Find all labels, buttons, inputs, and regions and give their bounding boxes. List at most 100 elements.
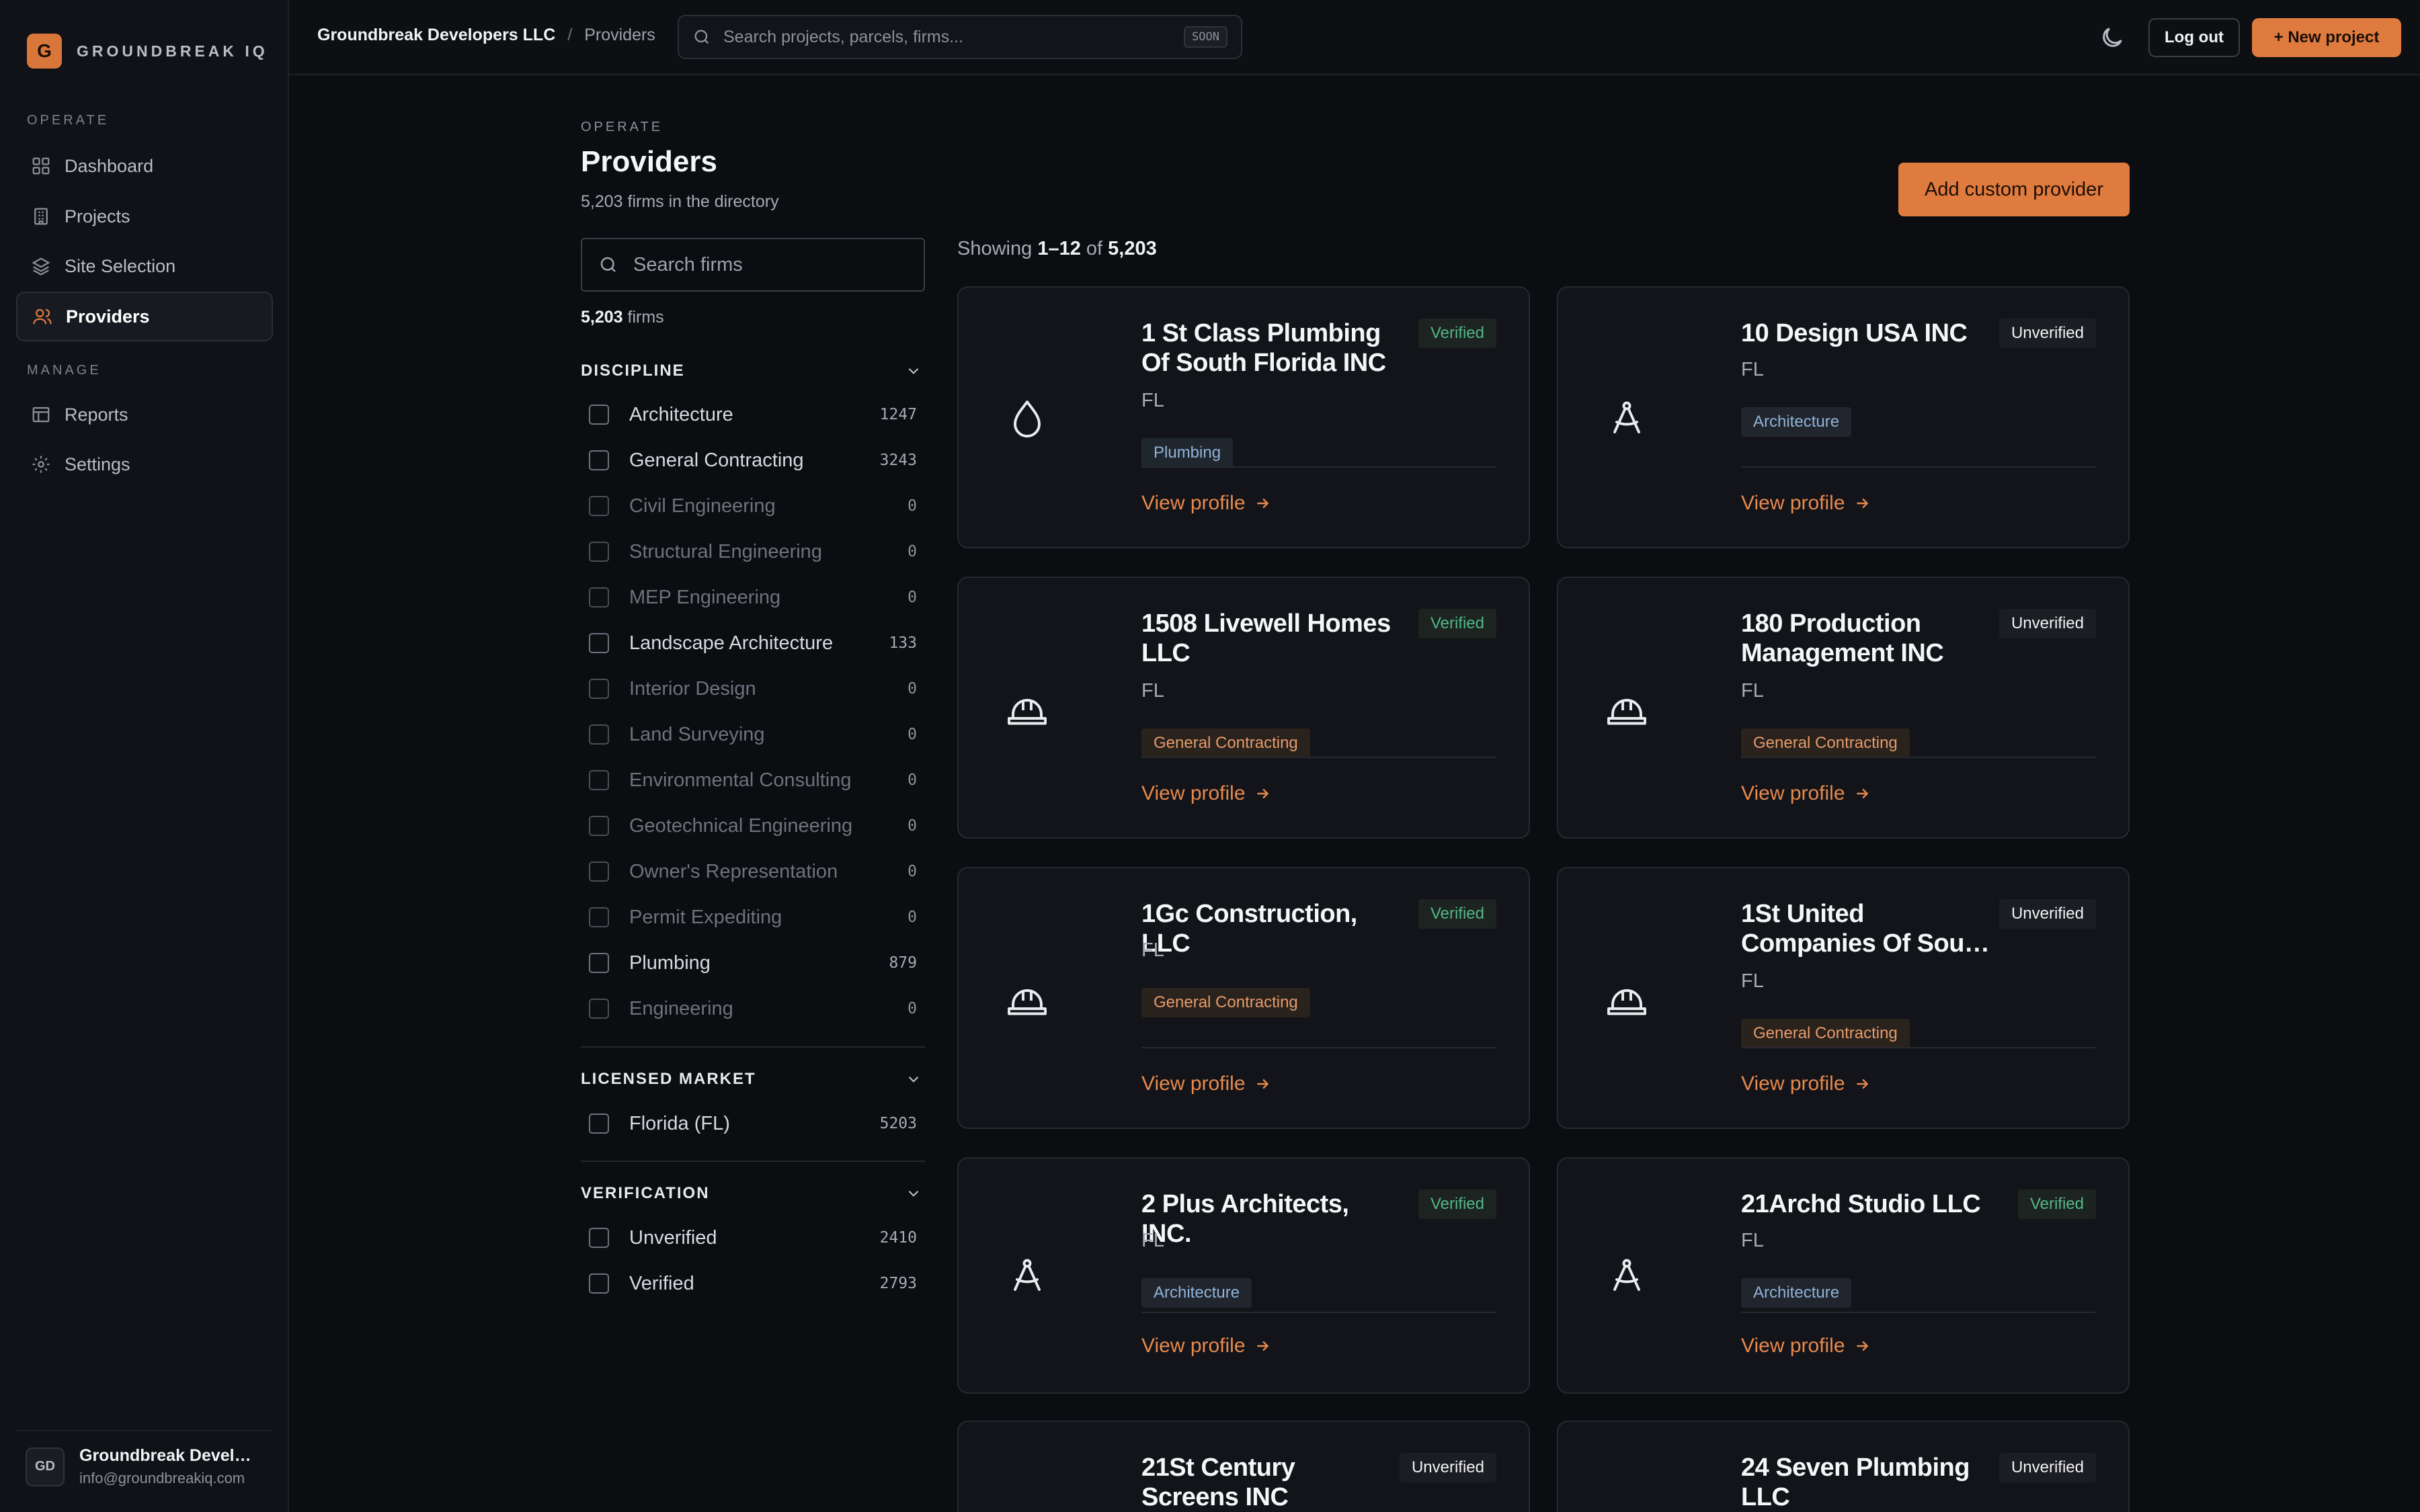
checkbox[interactable] <box>589 587 609 607</box>
provider-card[interactable]: 10 Design USA INC Unverified FL Architec… <box>1557 286 2130 548</box>
checkbox[interactable] <box>589 999 609 1019</box>
view-profile-link[interactable]: View profile <box>1141 492 1271 515</box>
filter-option-civil-engineering[interactable]: Civil Engineering 0 <box>589 493 917 519</box>
provider-card[interactable]: 1 St Class Plumbing Of South Florida INC… <box>957 286 1530 548</box>
checkbox[interactable] <box>589 953 609 973</box>
checkbox[interactable] <box>589 862 609 882</box>
filter-option-environmental-consulting[interactable]: Environmental Consulting 0 <box>589 767 917 794</box>
sidebar-item-reports[interactable]: Reports <box>16 390 273 439</box>
provider-name[interactable]: 21St Century Screens INC <box>1141 1453 1397 1512</box>
checkbox[interactable] <box>589 770 609 790</box>
provider-name[interactable]: 1508 Livewell Homes LLC <box>1141 609 1397 668</box>
new-project-button[interactable]: + New project <box>2252 18 2401 57</box>
filter-option-structural-engineering[interactable]: Structural Engineering 0 <box>589 538 917 565</box>
provider-name[interactable]: 10 Design USA INC <box>1741 319 1997 348</box>
checkbox[interactable] <box>589 450 609 470</box>
provider-state: FL <box>1141 939 1164 961</box>
compass-icon <box>1603 1251 1651 1300</box>
checkbox[interactable] <box>589 496 609 516</box>
breadcrumb-org[interactable]: Groundbreak Developers LLC <box>317 26 555 45</box>
verification-filter-header[interactable]: VERIFICATION <box>581 1181 925 1206</box>
checkbox[interactable] <box>589 1273 609 1294</box>
checkbox[interactable] <box>589 724 609 745</box>
sidebar-item-site-selection[interactable]: Site Selection <box>16 241 273 291</box>
filter-option-architecture[interactable]: Architecture 1247 <box>589 401 917 428</box>
filter-option-count: 0 <box>908 726 917 743</box>
checkbox[interactable] <box>589 405 609 425</box>
provider-card[interactable]: 1508 Livewell Homes LLC Verified FL Gene… <box>957 577 1530 839</box>
filter-option-general-contracting[interactable]: General Contracting 3243 <box>589 447 917 474</box>
filter-option-geotechnical-engineering[interactable]: Geotechnical Engineering 0 <box>589 812 917 839</box>
provider-card[interactable]: 24 Seven Plumbing LLC Unverified <box>1557 1421 2130 1512</box>
view-profile-link[interactable]: View profile <box>1741 1335 1871 1357</box>
filter-option-interior-design[interactable]: Interior Design 0 <box>589 675 917 702</box>
filter-option-permit-expediting[interactable]: Permit Expediting 0 <box>589 904 917 931</box>
provider-name[interactable]: 21Archd Studio LLC <box>1741 1189 1997 1219</box>
users-icon <box>32 306 52 327</box>
sidebar-item-providers[interactable]: Providers <box>16 292 273 341</box>
provider-name[interactable]: 1Gc Construction, LLC <box>1141 899 1397 958</box>
provider-name[interactable]: 2 Plus Architects, INC. <box>1141 1189 1397 1249</box>
logout-button[interactable]: Log out <box>2148 18 2240 57</box>
provider-card[interactable]: 180 Production Management INC Unverified… <box>1557 577 2130 839</box>
filter-option-label: Land Surveying <box>629 723 765 745</box>
hard-hat-icon <box>1003 684 1051 732</box>
view-profile-link[interactable]: View profile <box>1741 1073 1871 1095</box>
checkbox[interactable] <box>589 907 609 927</box>
filter-option-land-surveying[interactable]: Land Surveying 0 <box>589 721 917 748</box>
sidebar-item-settings[interactable]: Settings <box>16 439 273 489</box>
filter-divider <box>581 1161 925 1162</box>
checkbox[interactable] <box>589 816 609 836</box>
filter-option-count: 0 <box>908 1000 917 1017</box>
theme-toggle-moon-icon[interactable] <box>2099 24 2126 51</box>
filter-option-plumbing[interactable]: Plumbing 879 <box>589 950 917 976</box>
firm-search-input[interactable]: Search firms <box>581 238 925 292</box>
provider-name[interactable]: 1 St Class Plumbing Of South Florida INC <box>1141 319 1397 378</box>
checkbox[interactable] <box>589 633 609 653</box>
provider-card[interactable]: 21Archd Studio LLC Verified FL Architect… <box>1557 1157 2130 1394</box>
provider-name[interactable]: 180 Production Management INC <box>1741 609 1997 668</box>
top-bar: Groundbreak Developers LLC / Providers S… <box>289 0 2420 75</box>
checkbox[interactable] <box>589 542 609 562</box>
filter-option-label: Environmental Consulting <box>629 769 852 791</box>
card-divider <box>1741 466 2096 468</box>
view-profile-link[interactable]: View profile <box>1141 782 1271 805</box>
filter-option-label: Landscape Architecture <box>629 632 834 654</box>
verification-badge: Verified <box>1418 609 1496 638</box>
card-divider <box>1141 1047 1496 1048</box>
global-search-input[interactable]: Search projects, parcels, firms... SOON <box>678 15 1242 59</box>
add-custom-provider-button[interactable]: Add custom provider <box>1898 163 2130 216</box>
filter-option-owners-representation[interactable]: Owner's Representation 0 <box>589 858 917 885</box>
view-profile-link[interactable]: View profile <box>1741 782 1871 805</box>
filter-option-engineering[interactable]: Engineering 0 <box>589 995 917 1022</box>
view-profile-link[interactable]: View profile <box>1741 492 1871 515</box>
filter-option-florida[interactable]: Florida (FL) 5203 <box>589 1110 917 1137</box>
filter-option-unverified[interactable]: Unverified 2410 <box>589 1224 917 1251</box>
view-profile-link[interactable]: View profile <box>1141 1335 1271 1357</box>
filter-option-label: Geotechnical Engineering <box>629 814 853 837</box>
provider-name[interactable]: 24 Seven Plumbing LLC <box>1741 1453 1997 1512</box>
checkbox[interactable] <box>589 1228 609 1248</box>
filter-option-landscape-architecture[interactable]: Landscape Architecture 133 <box>589 630 917 657</box>
sidebar-item-label: Projects <box>65 206 130 226</box>
provider-card[interactable]: 1St United Companies Of Sou… Unverified … <box>1557 867 2130 1129</box>
provider-card[interactable]: 21St Century Screens INC Unverified <box>957 1421 1530 1512</box>
checkbox[interactable] <box>589 679 609 699</box>
checkbox[interactable] <box>589 1114 609 1134</box>
sidebar-item-projects[interactable]: Projects <box>16 192 273 241</box>
brand[interactable]: G GROUNDBREAK IQ <box>27 34 268 69</box>
sidebar-item-dashboard[interactable]: Dashboard <box>16 141 273 191</box>
page-eyebrow: OPERATE <box>581 120 663 134</box>
filter-option-verified[interactable]: Verified 2793 <box>589 1270 917 1297</box>
licensed-market-filter-header[interactable]: LICENSED MARKET <box>581 1067 925 1091</box>
chevron-down-icon <box>905 1070 922 1088</box>
filter-option-label: Plumbing <box>629 952 711 974</box>
card-divider <box>1141 466 1496 468</box>
provider-name[interactable]: 1St United Companies Of Sou… <box>1741 899 1997 958</box>
view-profile-link[interactable]: View profile <box>1141 1073 1271 1095</box>
user-profile[interactable]: GD Groundbreak Developers LLC info@groun… <box>16 1430 273 1487</box>
provider-card[interactable]: 1Gc Construction, LLC Verified FL Genera… <box>957 867 1530 1129</box>
discipline-filter-header[interactable]: DISCIPLINE <box>581 359 925 383</box>
provider-card[interactable]: 2 Plus Architects, INC. Verified FL Arch… <box>957 1157 1530 1394</box>
filter-option-mep-engineering[interactable]: MEP Engineering 0 <box>589 584 917 611</box>
